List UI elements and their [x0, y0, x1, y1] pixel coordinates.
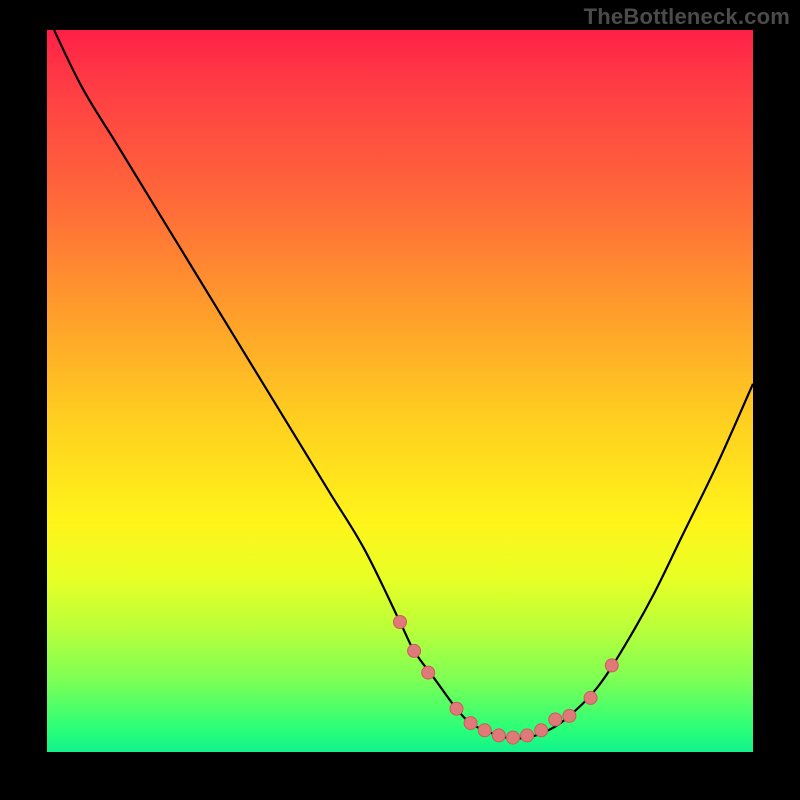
curve-marker	[394, 616, 407, 629]
curve-marker	[549, 713, 562, 726]
watermark-text: TheBottleneck.com	[584, 4, 790, 30]
curve-marker	[605, 659, 618, 672]
curve-markers	[394, 616, 619, 745]
curve-marker	[535, 724, 548, 737]
curve-marker	[521, 729, 534, 742]
curve-marker	[563, 709, 576, 722]
curve-marker	[478, 724, 491, 737]
curve-marker	[584, 691, 597, 704]
chart-frame: TheBottleneck.com	[0, 0, 800, 800]
curve-marker	[492, 729, 505, 742]
curve-marker	[450, 702, 463, 715]
curve-marker	[408, 644, 421, 657]
curve-line	[54, 30, 753, 739]
bottleneck-curve	[47, 30, 753, 752]
curve-marker	[507, 731, 520, 744]
curve-marker	[422, 666, 435, 679]
curve-marker	[464, 717, 477, 730]
